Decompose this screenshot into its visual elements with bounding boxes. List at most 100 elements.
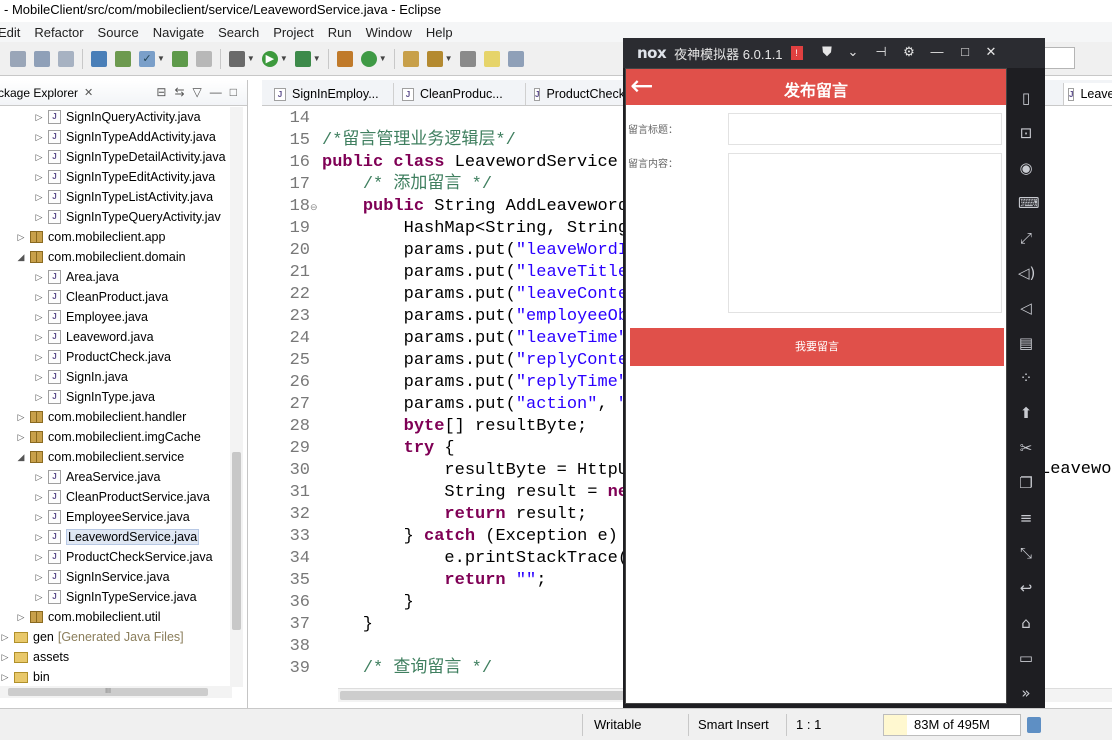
- new-icon[interactable]: [10, 50, 26, 67]
- menu-window[interactable]: Window: [360, 25, 420, 40]
- expand-toggle-icon[interactable]: ◢: [16, 452, 26, 463]
- package-tree-vscrollbar[interactable]: [230, 107, 243, 687]
- tree-file-item[interactable]: ▷ J Area.java: [34, 267, 119, 287]
- back-icon[interactable]: ↩: [1018, 580, 1034, 596]
- location-icon[interactable]: ◉: [1018, 160, 1034, 176]
- expand-toggle-icon[interactable]: ▷: [16, 412, 26, 423]
- chevron-down-icon[interactable]: ▼: [313, 54, 321, 63]
- show-whitespace-icon[interactable]: [507, 50, 524, 67]
- tree-file-item[interactable]: ▷ J SignInTypeAddActivity.java: [34, 127, 216, 147]
- menu-run[interactable]: Run: [322, 25, 360, 40]
- submit-button[interactable]: 我要留言: [630, 328, 1004, 366]
- scroll-thumb[interactable]: III: [8, 688, 208, 696]
- content-textarea[interactable]: [728, 153, 1002, 313]
- maximize-icon[interactable]: □: [230, 85, 237, 99]
- tab-product-check[interactable]: J ProductCheck: [530, 83, 626, 105]
- minimize-icon[interactable]: —: [929, 44, 945, 59]
- tree-file-item[interactable]: ▷ J ProductCheck.java: [34, 347, 171, 367]
- expand-toggle-icon[interactable]: ▷: [34, 592, 44, 603]
- tree-package-item[interactable]: ◢ com.mobileclient.domain: [16, 247, 186, 267]
- android-lint-icon[interactable]: [171, 50, 188, 67]
- gift-icon[interactable]: ⛊: [819, 44, 835, 60]
- tree-folder-item[interactable]: ▷ bin: [0, 667, 50, 687]
- tree-file-item[interactable]: ▷ J SignInService.java: [34, 567, 170, 587]
- multi-instance-icon[interactable]: ❐: [1018, 475, 1034, 491]
- expand-toggle-icon[interactable]: ▷: [34, 112, 44, 123]
- tree-file-item[interactable]: ▷ J SignInTypeService.java: [34, 587, 197, 607]
- external-tools-icon[interactable]: [294, 50, 311, 67]
- expand-toggle-icon[interactable]: ▷: [34, 392, 44, 403]
- pin-icon[interactable]: ⊣: [873, 44, 889, 60]
- tree-file-item[interactable]: ▷ J SignIn.java: [34, 367, 128, 387]
- menu-search[interactable]: Search: [212, 25, 267, 40]
- tree-file-item[interactable]: ▷ J SignInTypeDetailActivity.java: [34, 147, 226, 167]
- expand-toggle-icon[interactable]: ▷: [34, 512, 44, 523]
- apk-icon[interactable]: ⬆: [1018, 405, 1034, 421]
- chevron-down-icon[interactable]: ▼: [445, 54, 453, 63]
- package-explorer-tab[interactable]: ckage Explorer ✕ ⊟ ⇆ ▽ — □: [0, 80, 247, 106]
- expand-toggle-icon[interactable]: ▷: [34, 532, 44, 543]
- expand-toggle-icon[interactable]: ▷: [34, 372, 44, 383]
- tree-file-item[interactable]: ▷ J ProductCheckService.java: [34, 547, 213, 567]
- debug-icon[interactable]: [228, 50, 245, 67]
- checkbox-icon[interactable]: ✓: [139, 50, 155, 67]
- close-icon[interactable]: ✕: [84, 86, 93, 99]
- menu-edit[interactable]: Edit: [0, 25, 28, 40]
- tree-file-item[interactable]: ▷ J EmployeeService.java: [34, 507, 190, 527]
- keyboard-icon[interactable]: ⌨: [1018, 195, 1040, 211]
- alert-icon[interactable]: !: [790, 46, 803, 60]
- expand-toggle-icon[interactable]: ▷: [34, 132, 44, 143]
- phone-icon[interactable]: ▯: [1018, 90, 1034, 106]
- run-icon[interactable]: ▶: [261, 50, 278, 67]
- scissors-icon[interactable]: ✂: [1018, 440, 1034, 456]
- toolbox-icon[interactable]: ▤: [1018, 335, 1034, 351]
- highlight-icon[interactable]: [483, 50, 500, 67]
- tree-package-item[interactable]: ▷ com.mobileclient.imgCache: [16, 427, 201, 447]
- expand-toggle-icon[interactable]: ▷: [34, 572, 44, 583]
- tree-file-item[interactable]: ▷ J SignInQueryActivity.java: [34, 107, 201, 127]
- menu-help[interactable]: Help: [420, 25, 461, 40]
- tree-file-item[interactable]: ▷ J LeavewordService.java: [34, 527, 200, 547]
- fullscreen-icon[interactable]: ⤢: [1018, 230, 1034, 246]
- tree-folder-item[interactable]: ▷ assets: [0, 647, 70, 667]
- expand-toggle-icon[interactable]: ▷: [34, 472, 44, 483]
- chevron-down-icon[interactable]: ▼: [247, 54, 255, 63]
- title-input[interactable]: [728, 113, 1002, 145]
- menu-source[interactable]: Source: [92, 25, 147, 40]
- robot-icon[interactable]: ⊡: [1018, 125, 1034, 141]
- tree-package-item[interactable]: ▷ com.mobileclient.handler: [16, 407, 187, 427]
- expand-toggle-icon[interactable]: ▷: [16, 432, 26, 443]
- expand-toggle-icon[interactable]: ▷: [0, 632, 10, 643]
- tree-package-item[interactable]: ◢ com.mobileclient.service: [16, 447, 185, 467]
- tree-package-item[interactable]: ▷ com.mobileclient.util: [16, 607, 161, 627]
- heap-status[interactable]: 83M of 495M: [883, 714, 1021, 736]
- tree-package-item[interactable]: ▷ com.mobileclient.app: [16, 227, 166, 247]
- fold-icon[interactable]: ⊖: [310, 202, 318, 213]
- tree-file-item[interactable]: ▷ J AreaService.java: [34, 467, 161, 487]
- shake-icon[interactable]: ⁘: [1018, 370, 1034, 386]
- menu-navigate[interactable]: Navigate: [147, 25, 212, 40]
- tree-file-item[interactable]: ▷ J SignInTypeQueryActivity.jav: [34, 207, 221, 227]
- scroll-thumb[interactable]: [232, 452, 241, 630]
- expand-toggle-icon[interactable]: ▷: [34, 352, 44, 363]
- new-java-class-icon[interactable]: [360, 50, 377, 67]
- view-menu-icon[interactable]: ▽: [193, 85, 202, 99]
- expand-toggle-icon[interactable]: ▷: [34, 172, 44, 183]
- chevron-down-icon[interactable]: ▼: [280, 54, 288, 63]
- tree-file-item[interactable]: ▷ J CleanProduct.java: [34, 287, 168, 307]
- expand-toggle-icon[interactable]: ▷: [34, 312, 44, 323]
- expand-toggle-icon[interactable]: ▷: [34, 192, 44, 203]
- chevron-down-icon[interactable]: ▼: [157, 54, 165, 63]
- resize-icon[interactable]: ⤡: [1018, 545, 1034, 561]
- avd-manager-icon[interactable]: [115, 50, 131, 67]
- expand-toggle-icon[interactable]: ▷: [34, 212, 44, 223]
- expand-toggle-icon[interactable]: ▷: [34, 292, 44, 303]
- tree-file-item[interactable]: ▷ J SignInType.java: [34, 387, 155, 407]
- package-tree-hscrollbar[interactable]: III: [0, 686, 232, 698]
- volume-up-icon[interactable]: ◁): [1018, 265, 1035, 281]
- expand-toggle-icon[interactable]: ▷: [34, 272, 44, 283]
- more-icon[interactable]: »: [1018, 685, 1034, 701]
- gear-icon[interactable]: ⚙: [901, 44, 917, 60]
- tree-file-item[interactable]: ▷ J Employee.java: [34, 307, 148, 327]
- expand-toggle-icon[interactable]: ▷: [34, 552, 44, 563]
